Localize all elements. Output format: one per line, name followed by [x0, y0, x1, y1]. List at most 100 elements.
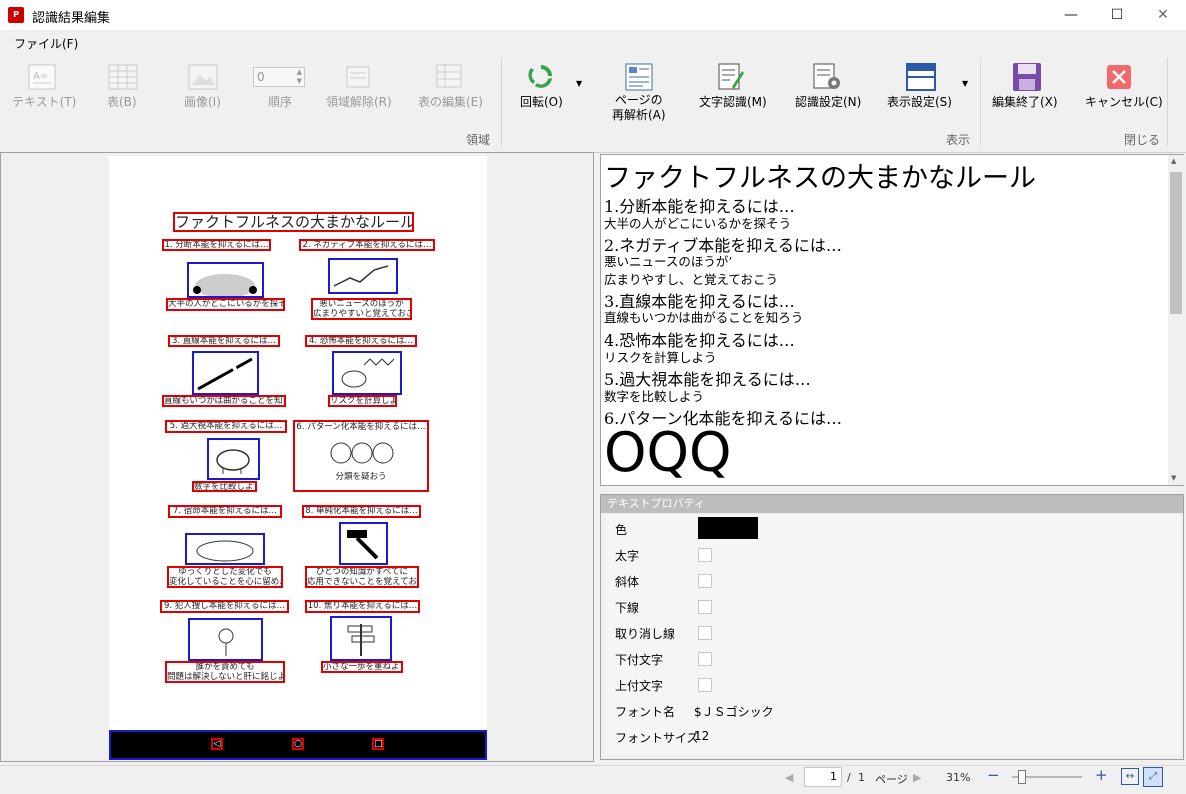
recognized-line[interactable]: リスクを計算しよう — [604, 347, 717, 366]
item-region[interactable]: 6. パターン化本能を抑えるには… 分類を疑おう — [293, 420, 429, 492]
caption-line: 誰かを責めても — [195, 662, 255, 672]
first-page-icon[interactable]: ◀ — [785, 771, 793, 784]
order-spinner[interactable]: 0 ▲ ▼ — [253, 67, 305, 87]
order-value: 0 — [257, 70, 265, 84]
font-name-label: フォント名 — [615, 705, 676, 719]
underline-label: 下線 — [615, 601, 640, 615]
reanalyze-button[interactable]: ページの 再解析(A) — [612, 93, 666, 123]
table-button[interactable]: 表(B) — [107, 93, 137, 110]
item-heading-region[interactable]: 8. 単純化本能を抑えるには… — [302, 505, 421, 518]
item-heading-region[interactable]: 3. 直線本能を抑えるには… — [168, 335, 280, 347]
strikethrough-checkbox[interactable] — [698, 626, 712, 640]
recognized-line[interactable]: 悪いニュースのほうが’ — [604, 251, 732, 270]
turtle-icon — [196, 540, 254, 562]
scroll-thumb[interactable] — [1170, 172, 1182, 314]
reanalyze-page-icon — [625, 63, 653, 91]
image-region[interactable] — [332, 351, 402, 395]
recognized-line[interactable]: 数字を比較しよう — [604, 386, 704, 405]
table-edit-button[interactable]: 表の編集(E) — [418, 93, 483, 110]
item-caption-region[interactable]: 誰かを責めても 問題は解決しないと肝に銘じよう — [165, 661, 285, 683]
image-region[interactable] — [188, 618, 263, 661]
image-icon — [188, 64, 218, 90]
image-region[interactable] — [328, 258, 398, 294]
item-heading-text: 6. パターン化本能を抑えるには… — [296, 422, 426, 432]
image-region[interactable] — [330, 616, 392, 661]
text-button[interactable]: テキスト(T) — [12, 93, 76, 110]
ocr-settings-button[interactable]: 認識設定(N) — [795, 93, 861, 110]
italic-checkbox[interactable] — [698, 574, 712, 588]
item-caption-region[interactable]: 直線もいつかは曲がることを知ろう — [162, 395, 286, 407]
image-region[interactable] — [207, 438, 260, 480]
item-caption-region[interactable]: ひとつの知識がすべてに応用できないことを覚えておこう — [305, 566, 419, 588]
item-caption-region[interactable]: ゆっくりとした変化でも変化していることを心に留めよう — [167, 566, 283, 588]
font-size-value[interactable]: 12 — [694, 729, 709, 743]
item-heading-region[interactable]: 7. 宿命本能を抑えるには… — [168, 505, 282, 518]
item-heading-region[interactable]: 4. 恐怖本能を抑えるには… — [305, 335, 417, 347]
zoom-in-icon[interactable]: + — [1095, 766, 1108, 784]
recognized-line[interactable]: 広まりやすし、と覚えておこう — [604, 269, 778, 288]
finish-editing-button[interactable]: 編集終了(X) — [992, 93, 1058, 110]
cancel-button[interactable]: キャンセル(C) — [1085, 93, 1163, 110]
close-button[interactable]: ✕ — [1140, 0, 1186, 30]
group-label-region: 領域 — [466, 133, 491, 147]
page-number-input[interactable]: 1 — [804, 767, 842, 787]
image-button[interactable]: 画像(I) — [184, 93, 221, 110]
minimize-button[interactable]: — — [1048, 0, 1094, 30]
menu-file[interactable]: ファイル(F) — [14, 35, 78, 52]
snake-danger-icon — [341, 358, 395, 388]
caption-line: ゆっくりとした変化でも — [178, 567, 272, 577]
group-label-close: 閉じる — [1124, 133, 1161, 147]
fit-page-icon[interactable]: ⤢ — [1143, 767, 1163, 787]
scroll-up-icon[interactable]: ▲ — [1171, 157, 1176, 165]
item-caption-region[interactable]: 悪いニュースのほうが 広まりやすいと覚えておこう — [311, 298, 412, 320]
item-caption-region[interactable]: 数字を比較しよう — [192, 481, 257, 492]
rotate-dropdown-icon[interactable]: ▼ — [576, 79, 582, 88]
recognized-title[interactable]: ファクトフルネスの大まかなルール — [604, 156, 1036, 195]
caption-line: 変化していることを心に留めよう — [169, 576, 281, 587]
image-region[interactable] — [192, 351, 259, 395]
superscript-label: 上付文字 — [615, 679, 664, 693]
item-caption-region[interactable]: 小さな一歩を重ねよう — [321, 661, 403, 673]
item-heading-region[interactable]: 5. 過大視本能を抑えるには… — [165, 420, 287, 433]
image-region[interactable] — [185, 533, 265, 565]
region-clear-button[interactable]: 領域解除(R) — [326, 93, 392, 110]
underline-checkbox[interactable] — [698, 600, 712, 614]
ocr-button[interactable]: 文字認識(M) — [699, 93, 767, 110]
ocr-icon — [718, 63, 744, 90]
item-heading-region[interactable]: 10. 焦り本能を抑えるには… — [305, 600, 420, 613]
rotate-button[interactable]: 回転(O) — [520, 93, 563, 110]
zoom-slider[interactable] — [1012, 770, 1082, 784]
order-label: 順序 — [268, 95, 293, 109]
item-heading-region[interactable]: 2. ネガティブ本能を抑えるには… — [299, 239, 435, 251]
item-caption-region[interactable]: 大半の人がどこにいるかを探そう — [166, 298, 285, 311]
recognized-symbol-line[interactable]: OQQ — [604, 422, 732, 484]
recognized-line[interactable]: 直線もいつかは曲がることを知ろう — [604, 307, 803, 326]
app-icon: P — [8, 7, 24, 23]
display-settings-dropdown-icon[interactable]: ▼ — [962, 79, 968, 88]
status-bar — [0, 765, 1186, 794]
item-caption-region[interactable]: リスクを計算しよう — [328, 395, 397, 407]
recognized-line[interactable]: 大半の人がどこにいるかを探そう — [604, 213, 791, 232]
bold-checkbox[interactable] — [698, 548, 712, 562]
display-settings-button[interactable]: 表示設定(S) — [887, 93, 952, 110]
page-title-region[interactable]: ファクトフルネスの大まかなルール — [173, 212, 414, 232]
image-region[interactable] — [187, 262, 264, 298]
item-heading-region[interactable]: 1. 分断本能を抑えるには… — [162, 239, 271, 251]
item-heading-region[interactable]: 9. 犯人捜し本能を抑えるには… — [160, 600, 289, 613]
spinner-arrows-icon[interactable]: ▲ ▼ — [297, 68, 302, 86]
straight-line-icon — [197, 357, 253, 391]
last-page-icon[interactable]: ▶ — [913, 771, 921, 784]
superscript-checkbox[interactable] — [698, 678, 712, 692]
image-region[interactable] — [339, 522, 388, 565]
maximize-button[interactable]: ☐ — [1094, 0, 1140, 30]
scroll-down-icon[interactable]: ▼ — [1171, 474, 1176, 482]
color-swatch[interactable] — [698, 517, 758, 539]
fit-width-icon[interactable]: ↔ — [1121, 768, 1139, 785]
zoom-slider-thumb[interactable] — [1018, 770, 1027, 784]
zoom-out-icon[interactable]: − — [987, 766, 1000, 784]
svg-text:A=: A= — [33, 71, 48, 82]
zoom-value: 31% — [946, 771, 971, 784]
save-icon — [1013, 63, 1041, 91]
font-name-value[interactable]: $ＪＳゴシック — [694, 703, 774, 720]
subscript-checkbox[interactable] — [698, 652, 712, 666]
